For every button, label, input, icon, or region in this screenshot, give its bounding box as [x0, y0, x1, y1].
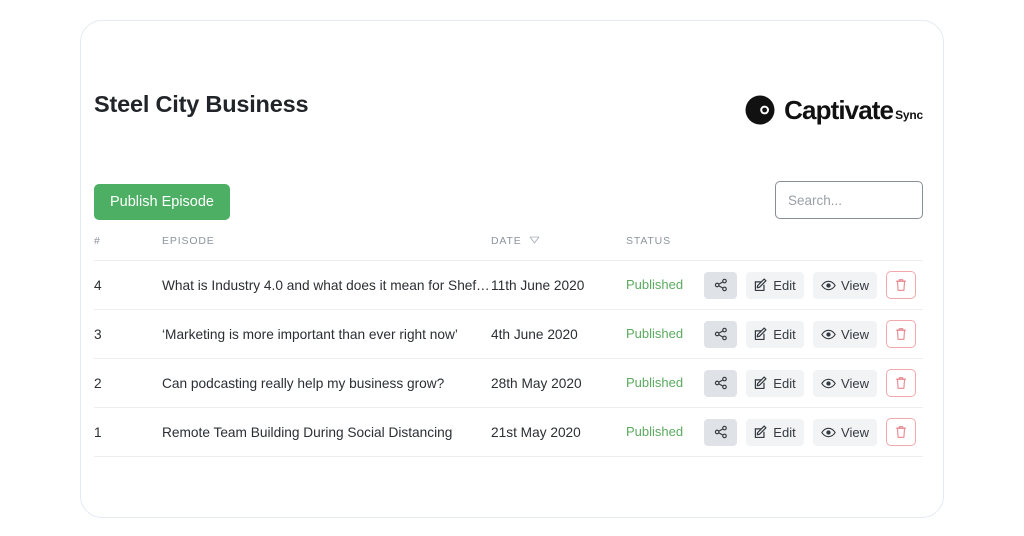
view-button[interactable]: View: [813, 369, 877, 397]
table-row[interactable]: 2 Can podcasting really help my business…: [94, 359, 923, 408]
status-badge: Published: [626, 277, 684, 292]
edit-button-label: Edit: [773, 277, 796, 293]
cell-episode-title: Can podcasting really help my business g…: [162, 375, 445, 391]
delete-button[interactable]: [886, 271, 916, 299]
cell-episode-status: Published: [626, 276, 704, 294]
table-header-row: # EPISODE DATE STATUS: [94, 221, 923, 261]
cell-episode-date: 4th June 2020: [491, 326, 578, 342]
edit-button-label: Edit: [773, 424, 796, 440]
cell-episode-date: 21st May 2020: [491, 424, 581, 440]
view-button-label: View: [841, 375, 869, 391]
captivate-circle-logo-icon: [744, 94, 776, 126]
edit-button[interactable]: Edit: [746, 271, 804, 299]
share-icon: [714, 425, 728, 439]
view-button[interactable]: View: [813, 418, 877, 446]
eye-icon: [821, 378, 836, 389]
edit-button-label: Edit: [773, 375, 796, 391]
cell-episode-status: Published: [626, 325, 704, 343]
share-icon: [714, 376, 728, 390]
eye-icon: [821, 329, 836, 340]
cell-episode-title: Remote Team Building During Social Dista…: [162, 424, 453, 440]
cell-row-actions: Edit View: [704, 320, 923, 348]
table-body: 4 What is Industry 4.0 and what does it …: [94, 261, 923, 457]
column-header-status: STATUS: [626, 234, 671, 247]
eye-icon: [821, 427, 836, 438]
view-button-label: View: [841, 277, 869, 293]
view-button[interactable]: View: [813, 320, 877, 348]
eye-icon: [821, 280, 836, 291]
page-title: Steel City Business: [94, 91, 309, 117]
share-button[interactable]: [704, 320, 737, 348]
delete-button[interactable]: [886, 320, 916, 348]
trash-icon: [895, 425, 907, 439]
edit-button-label: Edit: [773, 326, 796, 342]
edit-button[interactable]: Edit: [746, 418, 804, 446]
share-icon: [714, 327, 728, 341]
cell-episode-date: 28th May 2020: [491, 375, 582, 391]
cell-episode-title: ‘Marketing is more important than ever r…: [162, 326, 458, 342]
brand-wordmark: Captivate: [784, 94, 894, 125]
status-badge: Published: [626, 326, 684, 341]
search-input[interactable]: [775, 181, 923, 219]
trash-icon: [895, 278, 907, 292]
publish-episode-button[interactable]: Publish Episode: [94, 184, 230, 220]
cell-episode-number: 3: [94, 326, 102, 342]
share-icon: [714, 278, 728, 292]
captivate-sync-logo: Captivate Sync: [744, 94, 923, 126]
delete-button[interactable]: [886, 418, 916, 446]
trash-icon: [895, 376, 907, 390]
column-header-episode: EPISODE: [162, 234, 215, 247]
pencil-square-icon: [754, 425, 768, 439]
pencil-square-icon: [754, 327, 768, 341]
share-button[interactable]: [704, 418, 737, 446]
cell-episode-number: 1: [94, 424, 102, 440]
trash-icon: [895, 327, 907, 341]
pencil-square-icon: [754, 376, 768, 390]
cell-episode-title: What is Industry 4.0 and what does it me…: [162, 277, 491, 293]
view-button[interactable]: View: [813, 271, 877, 299]
column-header-date-label: DATE: [491, 234, 522, 247]
cell-row-actions: Edit View: [704, 418, 923, 446]
toolbar: Publish Episode: [81, 161, 943, 221]
episodes-table: # EPISODE DATE STATUS 4 What is Industry…: [94, 221, 923, 457]
table-row[interactable]: 4 What is Industry 4.0 and what does it …: [94, 261, 923, 310]
episodes-card: Steel City Business Captivate Sync Publi…: [80, 20, 944, 518]
cell-episode-number: 4: [94, 277, 102, 293]
cell-episode-status: Published: [626, 423, 704, 441]
table-row[interactable]: 1 Remote Team Building During Social Dis…: [94, 408, 923, 457]
status-badge: Published: [626, 375, 684, 390]
share-button[interactable]: [704, 271, 737, 299]
status-badge: Published: [626, 424, 684, 439]
brand-sub-wordmark: Sync: [895, 107, 923, 122]
edit-button[interactable]: Edit: [746, 320, 804, 348]
pencil-square-icon: [754, 278, 768, 292]
delete-button[interactable]: [886, 369, 916, 397]
cell-episode-date: 11th June 2020: [491, 277, 585, 293]
sort-descending-icon: [529, 235, 540, 247]
card-header: Steel City Business Captivate Sync: [81, 21, 943, 141]
cell-row-actions: Edit View: [704, 369, 923, 397]
cell-row-actions: Edit View: [704, 271, 923, 299]
table-row[interactable]: 3 ‘Marketing is more important than ever…: [94, 310, 923, 359]
column-header-date[interactable]: DATE: [491, 235, 626, 247]
view-button-label: View: [841, 326, 869, 342]
share-button[interactable]: [704, 369, 737, 397]
edit-button[interactable]: Edit: [746, 369, 804, 397]
view-button-label: View: [841, 424, 869, 440]
column-header-number: #: [94, 234, 101, 247]
cell-episode-number: 2: [94, 375, 102, 391]
cell-episode-status: Published: [626, 374, 704, 392]
